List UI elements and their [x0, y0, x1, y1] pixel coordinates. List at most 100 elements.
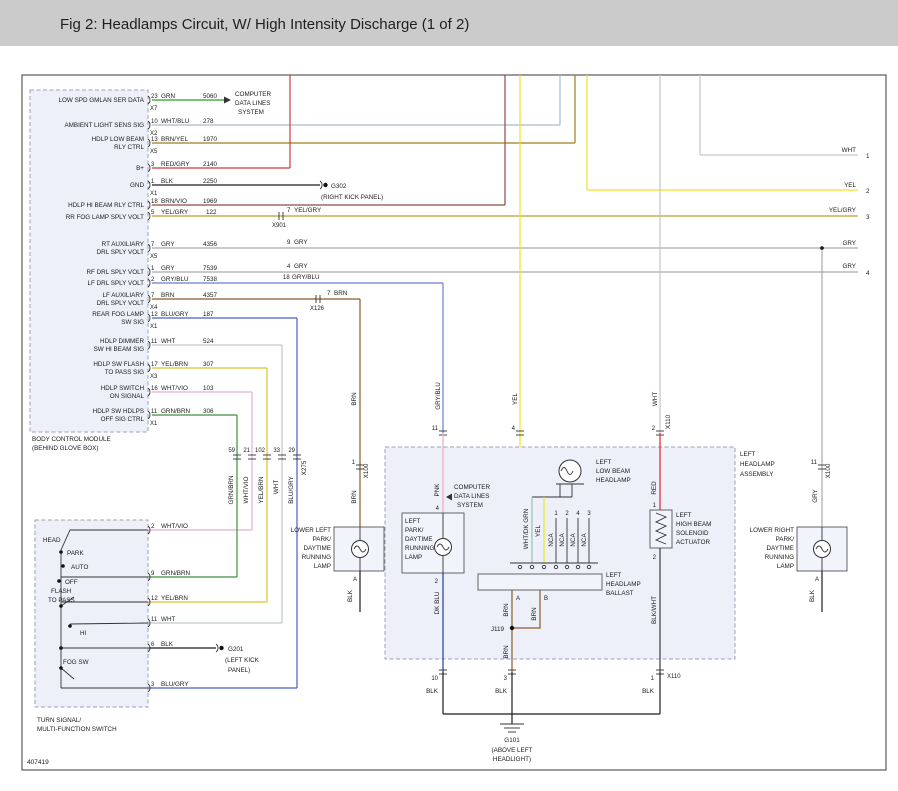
wire-label: GRN/BRN: [228, 475, 235, 504]
pin-label: 11: [151, 617, 158, 623]
assembly-name: HEADLAMP: [740, 461, 775, 468]
pin-label: A: [353, 577, 357, 583]
pin-label: 11: [432, 426, 439, 432]
wire-label: GRY: [294, 263, 308, 270]
connector-label: X100: [363, 463, 370, 478]
circuit-label: 7538: [203, 276, 218, 283]
wire-label: BLK: [161, 178, 174, 185]
pin-label: 11: [151, 409, 158, 415]
wire-label: BRN: [351, 392, 358, 406]
pin-label: 10: [431, 676, 438, 682]
wire-label: WHT: [161, 616, 175, 623]
lamp-label: LEFT: [405, 518, 421, 525]
circuit-label: 307: [203, 361, 214, 368]
wire-label: BLK: [347, 589, 354, 602]
lamp-label: PARK/: [405, 527, 424, 534]
wire-label: GRY/BLU: [161, 276, 189, 283]
ballast-label: HEADLAMP: [606, 581, 641, 588]
wire-label: BRN: [334, 290, 348, 297]
lamp-label: PARK/: [313, 536, 332, 543]
solenoid-label: HIGH BEAM: [676, 521, 711, 528]
wire-label: GRY: [842, 263, 856, 270]
pin-label: 11: [811, 460, 818, 466]
connector-label: X7: [150, 106, 158, 112]
wire-label: YEL/BRN: [161, 361, 188, 368]
circuit-label: 103: [203, 385, 214, 392]
wire-label: YEL/GRY: [161, 209, 189, 216]
circuit-label: 122: [206, 209, 217, 216]
wiring-diagram-page: Fig 2: Headlamps Circuit, W/ High Intens…: [0, 0, 898, 791]
lamp-label: LAMP: [314, 563, 331, 570]
pin-label: 29: [288, 448, 295, 454]
lamp-label: LAMP: [405, 554, 422, 561]
wire-label: BLU/GRY: [161, 681, 189, 688]
bcm-row-label: SW SIG: [121, 319, 144, 326]
switch-position: FOG SW: [63, 659, 89, 666]
switch-position: FLASH: [51, 588, 72, 595]
edge-number: 1: [866, 153, 870, 160]
switch-position: PARK: [67, 550, 84, 557]
bcm-row-label: TO PASS SIG: [105, 369, 144, 376]
wire-label: BLK: [642, 688, 655, 695]
bcm-row-label: LF AUXILIARY: [102, 292, 144, 299]
system-label: COMPUTER: [454, 484, 490, 491]
lamp-label: PARK/: [776, 536, 795, 543]
wire-label: GRN/BRN: [161, 408, 190, 415]
wire-label: BRN: [531, 607, 538, 621]
wire-label: BLK: [161, 641, 174, 648]
wire-label: RED: [651, 481, 658, 495]
wire-label: WHT/BLU: [161, 118, 190, 125]
wire-label: GRY/BLU: [435, 382, 442, 410]
switch-position: HEAD: [43, 537, 61, 544]
bcm-row-label: DRL SPLY VOLT: [97, 249, 145, 256]
ground-splice-icon: [323, 183, 327, 187]
system-label: SYSTEM: [238, 109, 264, 116]
circuit-label: 4356: [203, 241, 218, 248]
wire-label: NCA: [570, 533, 577, 547]
junction-dot: [820, 246, 824, 250]
mfs-name: MULTI-FUNCTION SWITCH: [37, 726, 117, 733]
wire-label: WHT: [161, 338, 175, 345]
wire-label: YEL/GRY: [829, 207, 857, 214]
page-title: Fig 2: Headlamps Circuit, W/ High Intens…: [60, 16, 469, 33]
wire-label: WHT: [273, 480, 280, 494]
circuit-label: 2140: [203, 161, 218, 168]
wire-label: BLK: [809, 589, 816, 602]
lamp-label: DAYTIME: [405, 536, 433, 543]
wire-label: YEL/BRN: [161, 595, 188, 602]
circuit-label: 187: [203, 311, 214, 318]
assembly-name: ASSEMBLY: [740, 471, 774, 478]
ground-label: G302: [331, 183, 347, 190]
system-label: COMPUTER: [235, 91, 271, 98]
circuit-label: 524: [203, 338, 214, 345]
bcm-row-label: RT AUXILIARY: [102, 241, 145, 248]
circuit-label: 5060: [203, 93, 218, 100]
edge-number: 4: [866, 270, 870, 277]
low-beam-bulb-icon: [559, 460, 581, 482]
lamp-label: DAYTIME: [303, 545, 331, 552]
circuit-label: 2250: [203, 178, 218, 185]
switch-position: HI: [80, 630, 87, 637]
circuit-label: 4357: [203, 292, 218, 299]
lamp-label: LOWER LEFT: [291, 527, 331, 534]
bcm-row-label: GND: [130, 182, 144, 189]
wire-label: GRY/BLU: [292, 274, 320, 281]
solenoid-label: LEFT: [676, 512, 692, 519]
lamp-label: LEFT: [596, 459, 612, 466]
switch-position: OFF: [65, 579, 78, 586]
wire-label: BLK: [426, 688, 439, 695]
header: Fig 2: Headlamps Circuit, W/ High Intens…: [0, 0, 898, 46]
ground-location: (ABOVE LEFT: [492, 747, 533, 754]
pin-label: 13: [151, 137, 158, 143]
wire-label: WHT/DK GRN: [523, 508, 530, 549]
switch-position: AUTO: [71, 564, 88, 571]
pin-label: 12: [151, 596, 158, 602]
wire-label: WHT/VIO: [161, 385, 188, 392]
wire-label: NCA: [559, 533, 566, 547]
pin-label: 59: [228, 448, 235, 454]
wire-label: GRN/BRN: [161, 570, 190, 577]
wire-label: YEL: [844, 182, 856, 189]
ballast-box: [478, 574, 602, 590]
connector-label: X4: [150, 305, 158, 311]
pin-label: 18: [283, 275, 290, 281]
